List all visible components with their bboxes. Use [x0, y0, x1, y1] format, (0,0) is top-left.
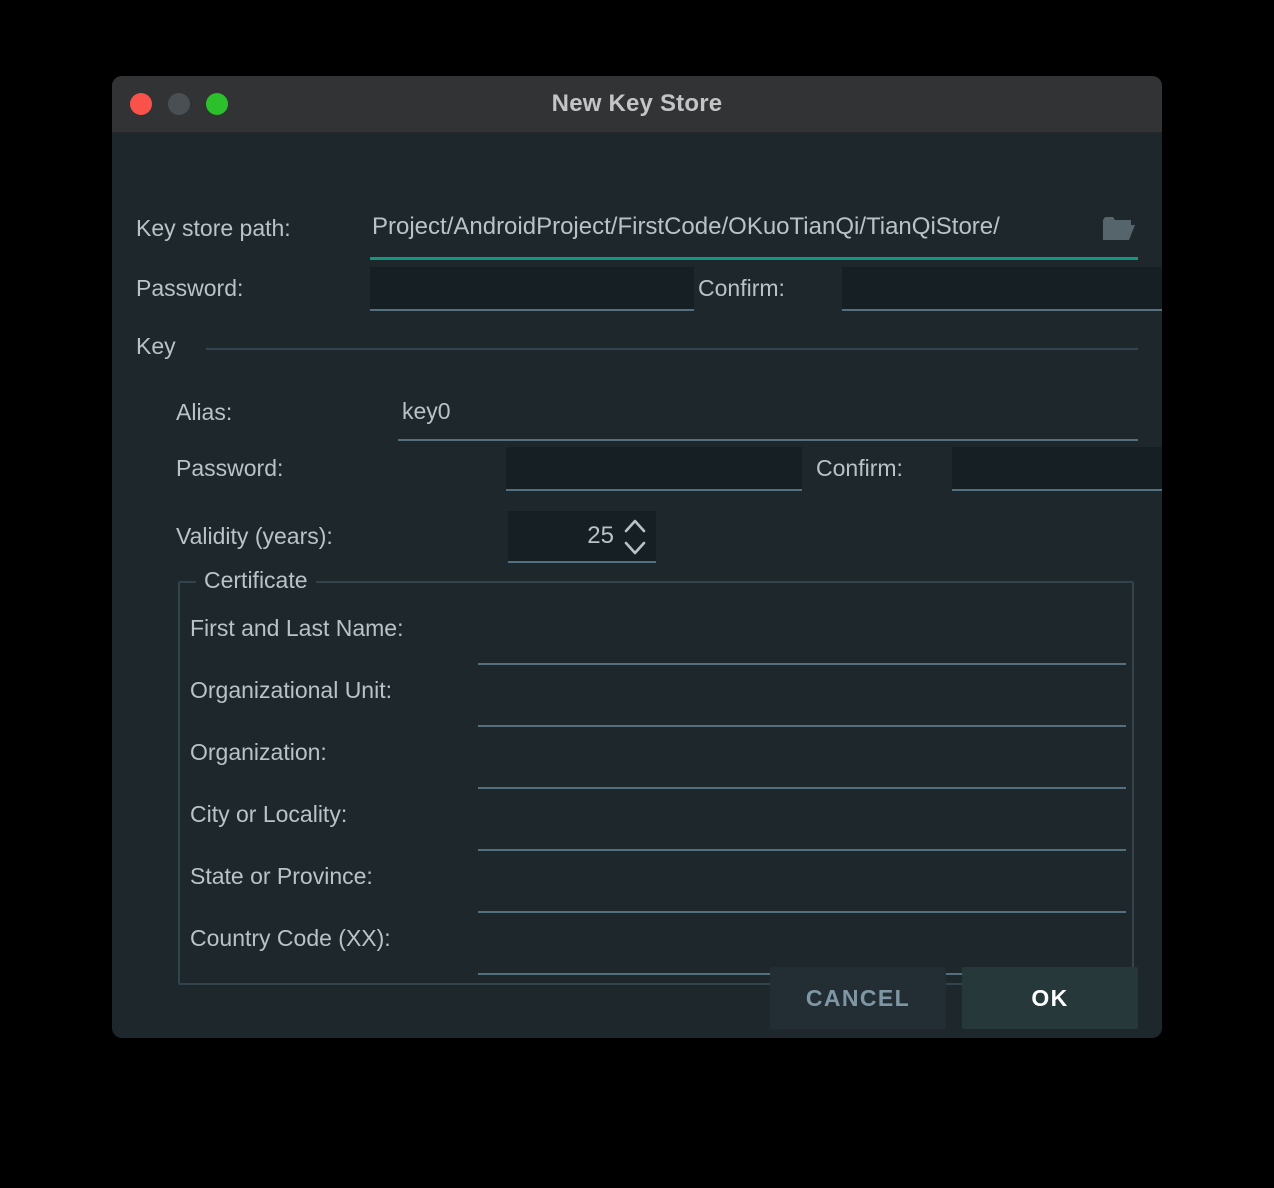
key-store-path-row: Key store path: /Project/AndroidProject/… [136, 205, 1138, 263]
key-validity-label: Validity (years): [176, 523, 333, 549]
key-password-input[interactable] [506, 447, 802, 491]
key-password-label: Password: [176, 455, 284, 481]
dialog-footer-buttons: CANCEL OK [770, 967, 1138, 1029]
cert-city-or-locality-label: City or Locality: [190, 801, 348, 827]
key-confirm-label: Confirm: [816, 455, 903, 481]
key-alias-field[interactable]: key0 [398, 391, 1138, 441]
certificate-row: Organization: [190, 729, 1130, 791]
certificate-row: City or Locality: [190, 791, 1130, 853]
key-validity-row: Validity (years): 25 [176, 511, 1138, 569]
cert-first-last-name-input[interactable] [478, 605, 1126, 665]
cert-organizational-unit-input[interactable] [478, 667, 1126, 727]
key-store-path-field[interactable]: /Project/AndroidProject/FirstCode/OKuoTi… [370, 205, 1138, 260]
key-section-title: Key [136, 333, 176, 359]
cert-organization-input[interactable] [478, 729, 1126, 789]
key-store-confirm-label: Confirm: [698, 275, 785, 301]
chevron-up-icon [624, 519, 646, 533]
desktop-backdrop: New Key Store Key store path: /Project/A… [0, 0, 1274, 1188]
key-alias-label: Alias: [176, 399, 233, 425]
certificate-row: State or Province: [190, 853, 1130, 915]
certificate-row: Organizational Unit: [190, 667, 1130, 729]
dialog-titlebar: New Key Store [112, 76, 1162, 133]
cert-state-or-province-input[interactable] [478, 853, 1126, 913]
key-validity-value: 25 [587, 522, 614, 549]
key-store-confirm-input[interactable] [842, 267, 1162, 311]
key-section-divider [206, 348, 1138, 350]
cert-country-code-label: Country Code (XX): [190, 925, 391, 951]
certificate-group-title: Certificate [196, 567, 316, 594]
key-password-row: Password: Confirm: [176, 447, 1162, 495]
dialog-title: New Key Store [551, 90, 723, 117]
new-key-store-dialog: New Key Store Key store path: /Project/A… [112, 76, 1162, 1038]
cert-organizational-unit-label: Organizational Unit: [190, 677, 392, 703]
key-section-header: Key [136, 333, 1138, 359]
certificate-row: First and Last Name: [190, 605, 1130, 667]
cert-first-last-name-label: First and Last Name: [190, 615, 404, 641]
folder-icon[interactable] [1102, 215, 1136, 243]
chevron-down-icon [624, 541, 646, 555]
key-store-path-value: /Project/AndroidProject/FirstCode/OKuoTi… [372, 213, 1000, 240]
cert-country-code-input[interactable] [478, 915, 1126, 975]
cert-city-or-locality-input[interactable] [478, 791, 1126, 851]
key-store-password-row: Password: Confirm: [136, 267, 1162, 315]
ok-button[interactable]: OK [962, 967, 1138, 1029]
cert-organization-label: Organization: [190, 739, 327, 765]
key-store-password-input[interactable] [370, 267, 694, 311]
key-store-password-label: Password: [136, 275, 244, 301]
stepper-arrows[interactable] [622, 516, 648, 558]
key-confirm-input[interactable] [952, 447, 1162, 491]
certificate-fields: First and Last Name: Organizational Unit… [190, 605, 1130, 981]
dialog-body: Key store path: /Project/AndroidProject/… [112, 133, 1162, 1038]
key-alias-row: Alias: key0 [176, 391, 1138, 443]
certificate-group: Certificate First and Last Name: Organiz… [178, 567, 1134, 985]
key-alias-value: key0 [402, 398, 451, 424]
cert-state-or-province-label: State or Province: [190, 863, 373, 889]
key-store-path-label: Key store path: [136, 215, 291, 241]
cancel-button[interactable]: CANCEL [770, 967, 946, 1029]
key-validity-stepper[interactable]: 25 [508, 511, 656, 563]
